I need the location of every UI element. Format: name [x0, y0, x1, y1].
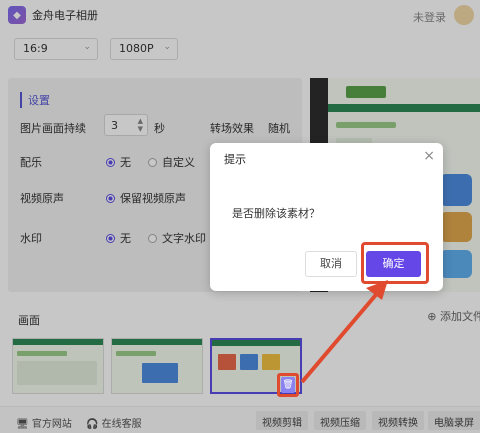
- annotation-arrow: [300, 280, 388, 384]
